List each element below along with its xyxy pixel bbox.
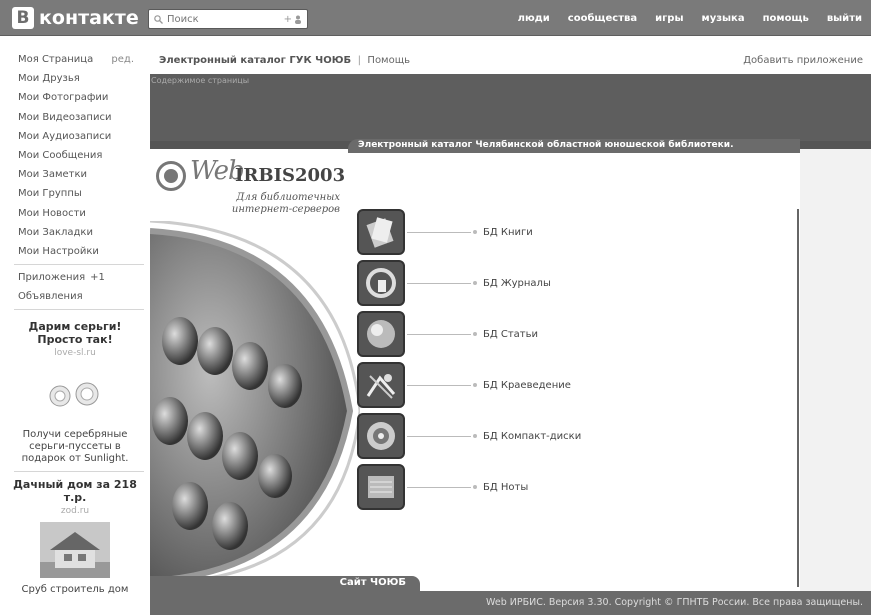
logo-text: контакте [39, 7, 139, 29]
edit-link[interactable]: ред. [111, 50, 134, 69]
db-label[interactable]: БД Книги [483, 227, 533, 238]
ad-source: zod.ru [60, 506, 90, 517]
catalog-frame: Электронный каталог Челябинской областно… [150, 139, 800, 591]
ad-text: Сруб строитель дом [21, 584, 129, 596]
catalog-banner: Электронный каталог Челябинской областно… [348, 139, 800, 153]
cd-icon[interactable] [357, 413, 405, 459]
sidebar-item-apps[interactable]: Приложения +1 [0, 268, 150, 287]
sidebar-item-label: Моя Страница [18, 54, 94, 65]
sidebar-item-label: Мои Друзья [18, 73, 80, 85]
sidebar-item-label: Мои Сообщения [18, 149, 103, 161]
db-item-articles[interactable]: БД Статьи [357, 311, 538, 357]
top-bar: В контакте + люди сообщества игры музыка… [0, 0, 871, 36]
site-tab-label[interactable]: Сайт ЧОЮБ [340, 577, 406, 588]
person-icon [295, 15, 301, 24]
web-irbis-logo: Web IRBIS2003 Для библиотечных интернет-… [155, 156, 350, 216]
search-plus: + [283, 13, 292, 25]
sidebar-divider [14, 471, 144, 473]
sidebar-item-photos[interactable]: Мои Фотографии [0, 88, 150, 107]
search-people-filter[interactable]: + [284, 14, 302, 25]
sidebar-item-label: Мои Аудиозаписи [18, 130, 112, 142]
sheet-music-icon[interactable] [357, 464, 405, 510]
nav-help[interactable]: помощь [763, 13, 809, 24]
sidebar-item-my-page[interactable]: Моя Страница ред. [0, 50, 150, 69]
logo-irbis-text: IRBIS2003 [235, 165, 346, 186]
sidebar-item-label: Приложения [18, 272, 86, 284]
sidebar-item-label: Мои Настройки [18, 245, 99, 257]
db-label[interactable]: БД Компакт-диски [483, 431, 581, 442]
logo-circle-icon [156, 161, 186, 191]
db-item-magazines[interactable]: БД Журналы [357, 260, 551, 306]
apps-count: +1 [90, 272, 105, 284]
vk-logo[interactable]: В контакте [12, 6, 139, 30]
app-title[interactable]: Электронный каталог ГУК ЧОЮБ [159, 55, 351, 66]
sidebar-item-bookmarks[interactable]: Мои Закладки [0, 223, 150, 242]
sidebar-item-label: Мои Группы [18, 188, 82, 200]
sidebar-item-news[interactable]: Мои Новости [0, 204, 150, 223]
sidebar-item-label: Мои Фотографии [18, 92, 109, 104]
nav-people[interactable]: люди [518, 13, 550, 24]
sidebar-divider [14, 309, 144, 311]
sidebar-item-ads[interactable]: Объявления [0, 287, 150, 306]
add-app-link[interactable]: Добавить приложение [743, 55, 863, 66]
app-help-link[interactable]: Помощь [367, 55, 410, 66]
sidebar-item-label: Мои Закладки [18, 226, 93, 238]
nav-communities[interactable]: сообщества [568, 13, 637, 24]
earrings-image [49, 382, 99, 407]
nav-logout[interactable]: выйти [827, 13, 862, 24]
articles-icon[interactable] [357, 311, 405, 357]
ad-source: love-sl.ru [54, 348, 96, 359]
db-label[interactable]: БД Ноты [483, 482, 528, 493]
sidebar-item-settings[interactable]: Мои Настройки [0, 242, 150, 261]
ad-title[interactable]: Дачный дом за 218 т.р. [10, 478, 140, 504]
local-history-icon[interactable] [357, 362, 405, 408]
db-item-cd[interactable]: БД Компакт-диски [357, 413, 581, 459]
ad-block-house[interactable]: Дачный дом за 218 т.р. zod.ru Сруб строи… [0, 478, 150, 595]
search-box[interactable]: + [148, 9, 308, 29]
footer-copyright: Web ИРБИС. Версия 3.30. Copyright © ГПНТ… [486, 597, 863, 608]
sidebar-divider [14, 264, 144, 266]
app-content-header: Содержимое страницы [150, 74, 871, 141]
db-label[interactable]: БД Статьи [483, 329, 538, 340]
site-tab[interactable]: Сайт ЧОЮБ [150, 576, 420, 591]
sidebar-item-friends[interactable]: Мои Друзья [0, 69, 150, 88]
search-icon [154, 14, 163, 24]
frame-divider [797, 209, 799, 587]
logo-letter: В [12, 7, 34, 29]
logo-tagline: Для библиотечных интернет-серверов [231, 192, 340, 215]
sidebar-item-audio[interactable]: Мои Аудиозаписи [0, 127, 150, 146]
db-label[interactable]: БД Краеведение [483, 380, 571, 391]
sidebar-item-notes[interactable]: Мои Заметки [0, 165, 150, 184]
ad-block-earrings[interactable]: Дарим серьги! Просто так! love-sl.ru Пол… [0, 320, 150, 465]
nav-music[interactable]: музыка [702, 13, 745, 24]
sidebar-item-messages[interactable]: Мои Сообщения [0, 146, 150, 165]
catalog-footer: Web ИРБИС. Версия 3.30. Copyright © ГПНТ… [150, 591, 871, 615]
books-icon[interactable] [357, 209, 405, 255]
content-label: Содержимое страницы [151, 76, 250, 85]
nav-games[interactable]: игры [655, 13, 683, 24]
sidebar-item-label: Объявления [18, 291, 83, 303]
house-image [40, 522, 110, 579]
right-panel [800, 149, 871, 591]
ad-text: Получи серебряные серьги-пуссеты в подар… [21, 429, 129, 465]
magazines-icon[interactable] [357, 260, 405, 306]
search-input[interactable] [167, 13, 259, 25]
db-label[interactable]: БД Журналы [483, 278, 551, 289]
db-item-books[interactable]: БД Книги [357, 209, 533, 255]
app-title-line: Электронный каталог ГУК ЧОЮБ | Помощь [159, 55, 410, 66]
top-navigation: люди сообщества игры музыка помощь выйти [509, 0, 871, 36]
left-sidebar: Моя Страница ред. Мои Друзья Мои Фотогра… [0, 50, 150, 595]
sidebar-item-groups[interactable]: Мои Группы [0, 184, 150, 203]
abacus-image [150, 221, 360, 583]
ad-title[interactable]: Дарим серьги! Просто так! [10, 320, 140, 346]
sidebar-item-label: Мои Новости [18, 207, 86, 219]
db-item-sheet-music[interactable]: БД Ноты [357, 464, 528, 510]
catalog-banner-text: Электронный каталог Челябинской областно… [358, 140, 734, 150]
title-separator: | [357, 55, 361, 66]
sidebar-item-videos[interactable]: Мои Видеозаписи [0, 108, 150, 127]
app-header: Электронный каталог ГУК ЧОЮБ | Помощь До… [150, 50, 871, 74]
sidebar-item-label: Мои Видеозаписи [18, 111, 112, 123]
sidebar-item-label: Мои Заметки [18, 169, 88, 181]
db-item-local-history[interactable]: БД Краеведение [357, 362, 571, 408]
